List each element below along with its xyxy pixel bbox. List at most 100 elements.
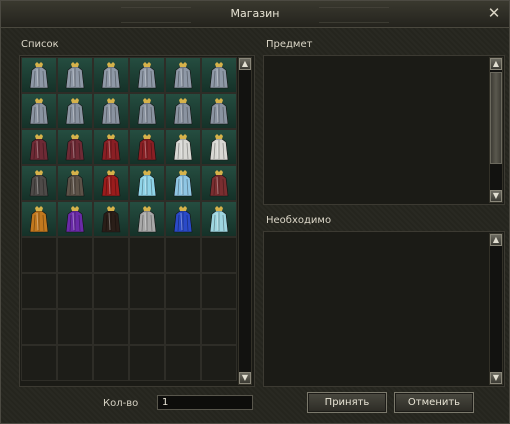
item-slot[interactable] [57, 93, 93, 129]
item-slot[interactable] [165, 93, 201, 129]
empty-slot[interactable] [129, 273, 165, 309]
quantity-label: Кол-во [103, 398, 139, 409]
empty-slot[interactable] [21, 309, 57, 345]
item-slot[interactable] [93, 129, 129, 165]
item-slot[interactable] [57, 201, 93, 237]
cloak-icon [209, 134, 229, 161]
cloak-icon [209, 98, 229, 125]
accept-button[interactable]: Принять [307, 392, 387, 413]
item-slot[interactable] [57, 165, 93, 201]
item-slot[interactable] [165, 57, 201, 93]
required-scroll-down-icon[interactable]: ▼ [490, 372, 502, 384]
required-label: Необходимо [266, 215, 332, 226]
cloak-icon [65, 98, 85, 125]
cloak-icon [173, 170, 193, 197]
empty-slot[interactable] [129, 345, 165, 381]
item-slot[interactable] [201, 129, 237, 165]
item-scroll-thumb[interactable] [490, 72, 502, 164]
item-slot[interactable] [21, 165, 57, 201]
empty-slot[interactable] [165, 345, 201, 381]
cloak-icon [137, 134, 157, 161]
cloak-icon [65, 206, 85, 233]
cloak-icon [173, 206, 193, 233]
required-scroll-up-icon[interactable]: ▲ [490, 234, 502, 246]
scroll-up-icon[interactable]: ▲ [239, 58, 251, 70]
item-slot[interactable] [57, 129, 93, 165]
cloak-icon [137, 206, 157, 233]
empty-slot[interactable] [93, 309, 129, 345]
item-scrollbar[interactable]: ▲ ▼ [489, 57, 503, 203]
item-slot[interactable] [165, 165, 201, 201]
cloak-icon [101, 134, 121, 161]
item-slot[interactable] [21, 57, 57, 93]
empty-slot[interactable] [21, 237, 57, 273]
empty-slot[interactable] [201, 309, 237, 345]
empty-slot[interactable] [57, 309, 93, 345]
close-icon[interactable]: ✕ [487, 5, 501, 21]
item-slot[interactable] [129, 93, 165, 129]
item-slot[interactable] [129, 57, 165, 93]
cloak-icon [101, 206, 121, 233]
item-slot[interactable] [201, 93, 237, 129]
empty-slot[interactable] [129, 309, 165, 345]
empty-slot[interactable] [165, 273, 201, 309]
cancel-button[interactable]: Отменить [394, 392, 474, 413]
list-scrollbar[interactable]: ▲ ▼ [238, 57, 252, 385]
item-slot[interactable] [21, 93, 57, 129]
item-slot[interactable] [165, 201, 201, 237]
title-bar[interactable]: Магазин ✕ [1, 1, 509, 28]
empty-slot[interactable] [21, 345, 57, 381]
cloak-icon [137, 98, 157, 125]
cloak-icon [101, 98, 121, 125]
item-label: Предмет [266, 39, 313, 50]
cloak-icon [29, 134, 49, 161]
required-materials-panel [263, 231, 505, 387]
cloak-icon [137, 62, 157, 89]
item-slot[interactable] [93, 93, 129, 129]
empty-slot[interactable] [57, 237, 93, 273]
cloak-icon [173, 98, 193, 125]
item-slot[interactable] [129, 129, 165, 165]
empty-slot[interactable] [93, 273, 129, 309]
empty-slot[interactable] [21, 273, 57, 309]
item-slot[interactable] [201, 57, 237, 93]
empty-slot[interactable] [165, 237, 201, 273]
cloak-icon [29, 62, 49, 89]
cloak-icon [173, 62, 193, 89]
item-slot[interactable] [165, 129, 201, 165]
empty-slot[interactable] [93, 345, 129, 381]
cloak-icon [29, 98, 49, 125]
empty-slot[interactable] [93, 237, 129, 273]
cloak-icon [209, 170, 229, 197]
cloak-icon [101, 62, 121, 89]
empty-slot[interactable] [201, 237, 237, 273]
cloak-icon [173, 134, 193, 161]
item-slot[interactable] [201, 165, 237, 201]
item-slot[interactable] [93, 165, 129, 201]
empty-slot[interactable] [165, 309, 201, 345]
required-scrollbar[interactable]: ▲ ▼ [489, 233, 503, 385]
cloak-icon [137, 170, 157, 197]
item-slot[interactable] [129, 201, 165, 237]
empty-slot[interactable] [201, 345, 237, 381]
item-slot[interactable] [129, 165, 165, 201]
empty-slot[interactable] [57, 345, 93, 381]
item-slot[interactable] [93, 201, 129, 237]
item-slot[interactable] [201, 201, 237, 237]
item-slot[interactable] [57, 57, 93, 93]
empty-slot[interactable] [57, 273, 93, 309]
item-detail-panel [263, 55, 505, 205]
scroll-down-icon[interactable]: ▼ [239, 372, 251, 384]
cloak-icon [65, 134, 85, 161]
empty-slot[interactable] [129, 237, 165, 273]
item-slot[interactable] [93, 57, 129, 93]
item-scroll-up-icon[interactable]: ▲ [490, 58, 502, 70]
cloak-icon [65, 170, 85, 197]
empty-slot[interactable] [201, 273, 237, 309]
window-title: Магазин [230, 7, 280, 20]
item-slot[interactable] [21, 129, 57, 165]
item-slot[interactable] [21, 201, 57, 237]
item-scroll-down-icon[interactable]: ▼ [490, 190, 502, 202]
quantity-input[interactable] [157, 395, 253, 410]
cloak-icon [29, 170, 49, 197]
